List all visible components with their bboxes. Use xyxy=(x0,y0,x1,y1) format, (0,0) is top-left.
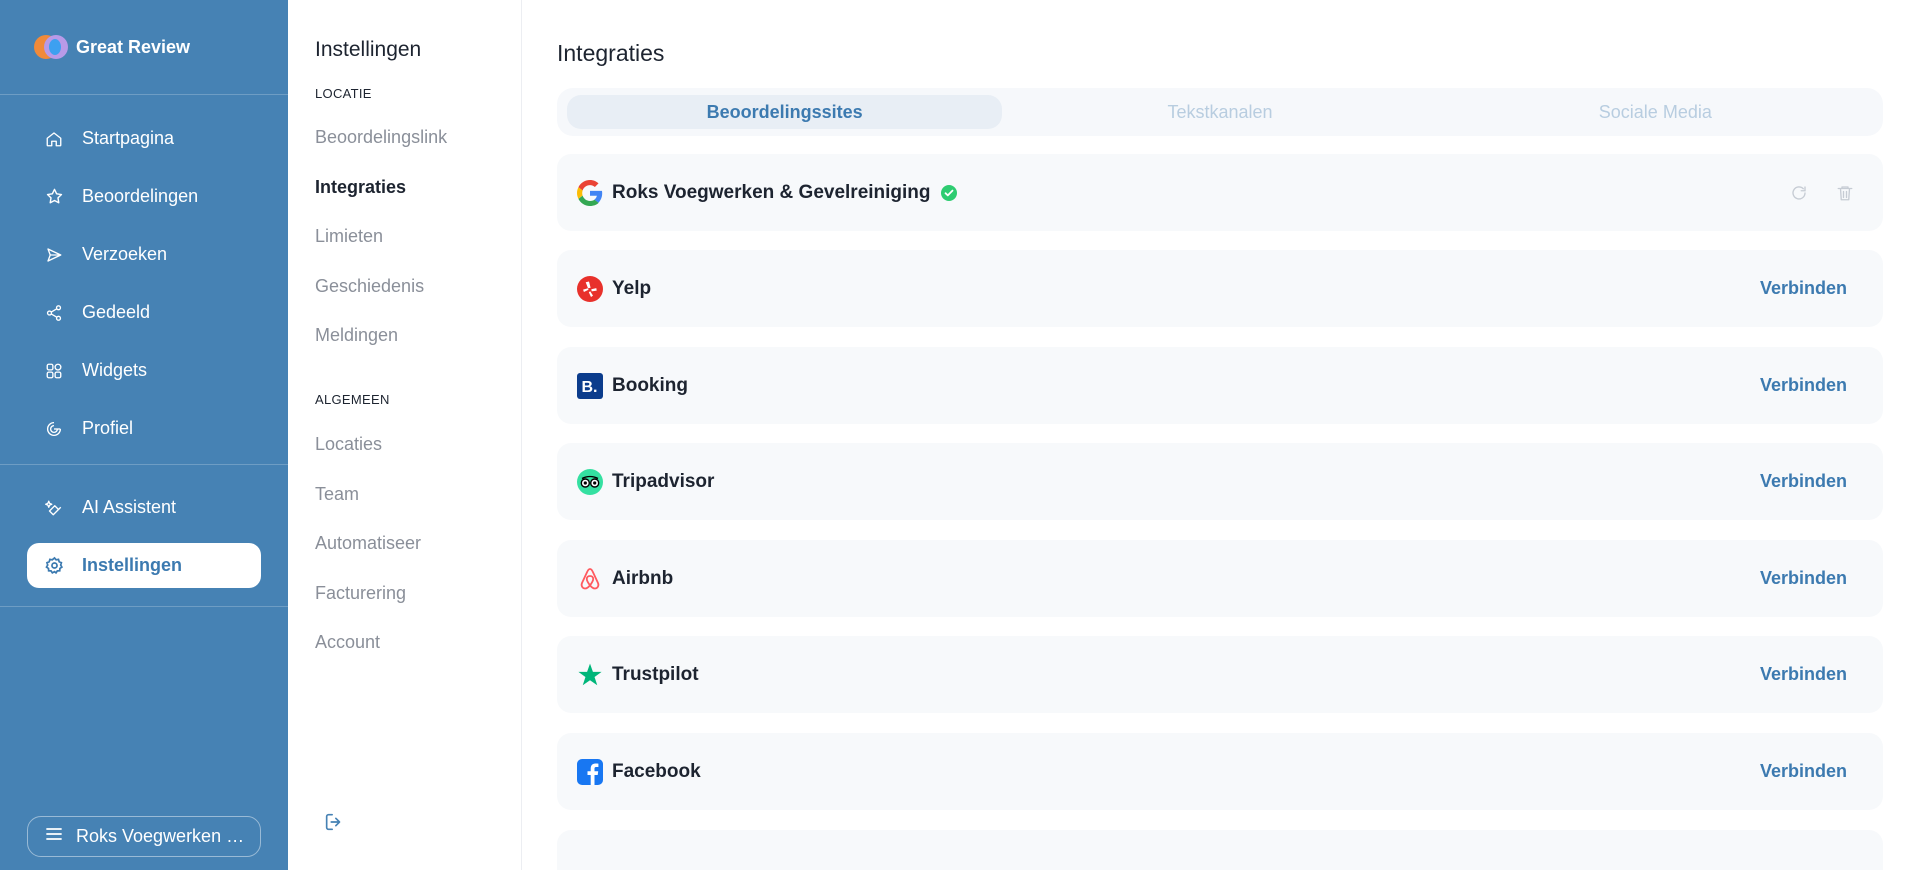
sidebar-item-ai-assistent[interactable]: AI Assistent xyxy=(27,485,261,530)
settings-item-facturering[interactable]: Facturering xyxy=(315,583,406,604)
sidebar-item-verzoeken[interactable]: Verzoeken xyxy=(27,232,261,277)
settings-item-locaties[interactable]: Locaties xyxy=(315,434,382,455)
connect-button[interactable]: Verbinden xyxy=(1760,761,1847,782)
integration-name: Airbnb xyxy=(612,567,674,589)
settings-item-team[interactable]: Team xyxy=(315,484,359,505)
sidebar: Great Review Startpagina Beoordelingen V… xyxy=(0,0,288,870)
connect-button[interactable]: Verbinden xyxy=(1760,375,1847,396)
sidebar-item-label: Startpagina xyxy=(82,128,175,148)
sidebar-item-label: Profiel xyxy=(82,418,134,438)
sidebar-nav: Startpagina Beoordelingen Verzoeken Gede… xyxy=(0,95,288,607)
tab-tekstkanalen[interactable]: Tekstkanalen xyxy=(1002,95,1437,129)
section-label-locatie: LOCATIE xyxy=(315,86,372,101)
share-icon xyxy=(44,303,64,323)
app-root: Great Review Startpagina Beoordelingen V… xyxy=(0,0,1919,870)
ai-sparkle-icon xyxy=(44,498,64,518)
sidebar-item-profiel[interactable]: Profiel xyxy=(27,406,261,451)
app-name: Great Review xyxy=(76,36,191,57)
integration-name: Trustpilot xyxy=(612,663,699,685)
integration-card-partial xyxy=(557,830,1883,870)
menu-icon xyxy=(46,827,62,846)
sidebar-item-label: Verzoeken xyxy=(82,244,168,264)
widgets-icon xyxy=(44,361,64,381)
section-label-algemeen: ALGEMEEN xyxy=(315,392,390,407)
trustpilot-icon xyxy=(576,661,604,689)
integration-card-yelp: Yelp Verbinden xyxy=(557,250,1883,327)
location-switcher-label: Roks Voegwerken & Gevelreiniging xyxy=(76,826,246,846)
page-title: Integraties xyxy=(557,40,665,66)
settings-title: Instellingen xyxy=(315,38,422,61)
connect-button[interactable]: Verbinden xyxy=(1760,471,1847,492)
google-icon xyxy=(576,179,604,207)
settings-item-beoordelingslink[interactable]: Beoordelingslink xyxy=(315,127,447,148)
sidebar-item-beoordelingen[interactable]: Beoordelingen xyxy=(27,174,261,219)
integration-name: Booking xyxy=(612,374,688,396)
tripadvisor-icon xyxy=(576,468,604,496)
app-logo[interactable]: Great Review xyxy=(0,0,288,95)
sidebar-item-label: Gedeeld xyxy=(82,302,151,322)
sidebar-item-label: Instellingen xyxy=(82,555,183,575)
integration-card-booking: B. Booking Verbinden xyxy=(557,347,1883,424)
sidebar-item-label: AI Assistent xyxy=(82,497,177,517)
svg-text:B.: B. xyxy=(582,379,598,396)
home-icon xyxy=(44,129,64,149)
connect-button[interactable]: Verbinden xyxy=(1760,278,1847,299)
tab-beoordelingssites[interactable]: Beoordelingssites xyxy=(567,95,1003,129)
sidebar-item-label: Beoordelingen xyxy=(82,186,199,206)
facebook-icon xyxy=(576,758,604,786)
integration-card-tripadvisor: Tripadvisor Verbinden xyxy=(557,443,1883,520)
settings-item-limieten[interactable]: Limieten xyxy=(315,226,383,247)
sidebar-item-startpagina[interactable]: Startpagina xyxy=(27,116,261,161)
sidebar-divider xyxy=(0,606,288,607)
integration-card-google: Roks Voegwerken & Gevelreiniging xyxy=(557,154,1883,231)
sidebar-item-widgets[interactable]: Widgets xyxy=(27,348,261,393)
star-icon xyxy=(44,187,64,207)
settings-menu: Instellingen LOCATIE Beoordelingslink In… xyxy=(288,0,522,870)
settings-item-integraties[interactable]: Integraties xyxy=(315,177,406,198)
connect-button[interactable]: Verbinden xyxy=(1760,664,1847,685)
verified-check-icon xyxy=(940,184,957,201)
send-icon xyxy=(44,245,64,265)
refresh-icon[interactable] xyxy=(1789,183,1809,203)
integration-tabs: Beoordelingssites Tekstkanalen Sociale M… xyxy=(557,88,1883,136)
settings-item-automatiseer[interactable]: Automatiseer xyxy=(315,533,421,554)
settings-item-geschiedenis[interactable]: Geschiedenis xyxy=(315,276,424,297)
airbnb-icon xyxy=(576,565,604,593)
integration-card-airbnb: Airbnb Verbinden xyxy=(557,540,1883,617)
logo-icon xyxy=(34,33,72,61)
main-content: Integraties Beoordelingssites Tekstkanal… xyxy=(522,0,1919,870)
yelp-icon xyxy=(576,275,604,303)
connect-button[interactable]: Verbinden xyxy=(1760,568,1847,589)
settings-item-account[interactable]: Account xyxy=(315,632,380,653)
integration-name: Yelp xyxy=(612,277,652,299)
sidebar-item-label: Widgets xyxy=(82,360,148,380)
profile-icon xyxy=(44,419,64,439)
location-switcher[interactable]: Roks Voegwerken & Gevelreiniging xyxy=(27,816,261,857)
settings-item-meldingen[interactable]: Meldingen xyxy=(315,325,398,346)
integration-actions xyxy=(1789,183,1855,203)
sidebar-item-gedeeld[interactable]: Gedeeld xyxy=(27,290,261,335)
integration-name: Facebook xyxy=(612,760,701,782)
integration-name: Tripadvisor xyxy=(612,470,715,492)
booking-icon: B. xyxy=(576,372,604,400)
sidebar-divider xyxy=(0,464,288,465)
tab-sociale-media[interactable]: Sociale Media xyxy=(1438,95,1873,129)
gear-icon xyxy=(44,556,64,576)
logout-icon[interactable] xyxy=(323,811,345,833)
sidebar-item-instellingen[interactable]: Instellingen xyxy=(27,543,261,588)
integration-name: Roks Voegwerken & Gevelreiniging xyxy=(612,181,931,203)
trash-icon[interactable] xyxy=(1835,183,1855,203)
integration-card-facebook: Facebook Verbinden xyxy=(557,733,1883,810)
integration-card-trustpilot: Trustpilot Verbinden xyxy=(557,636,1883,713)
